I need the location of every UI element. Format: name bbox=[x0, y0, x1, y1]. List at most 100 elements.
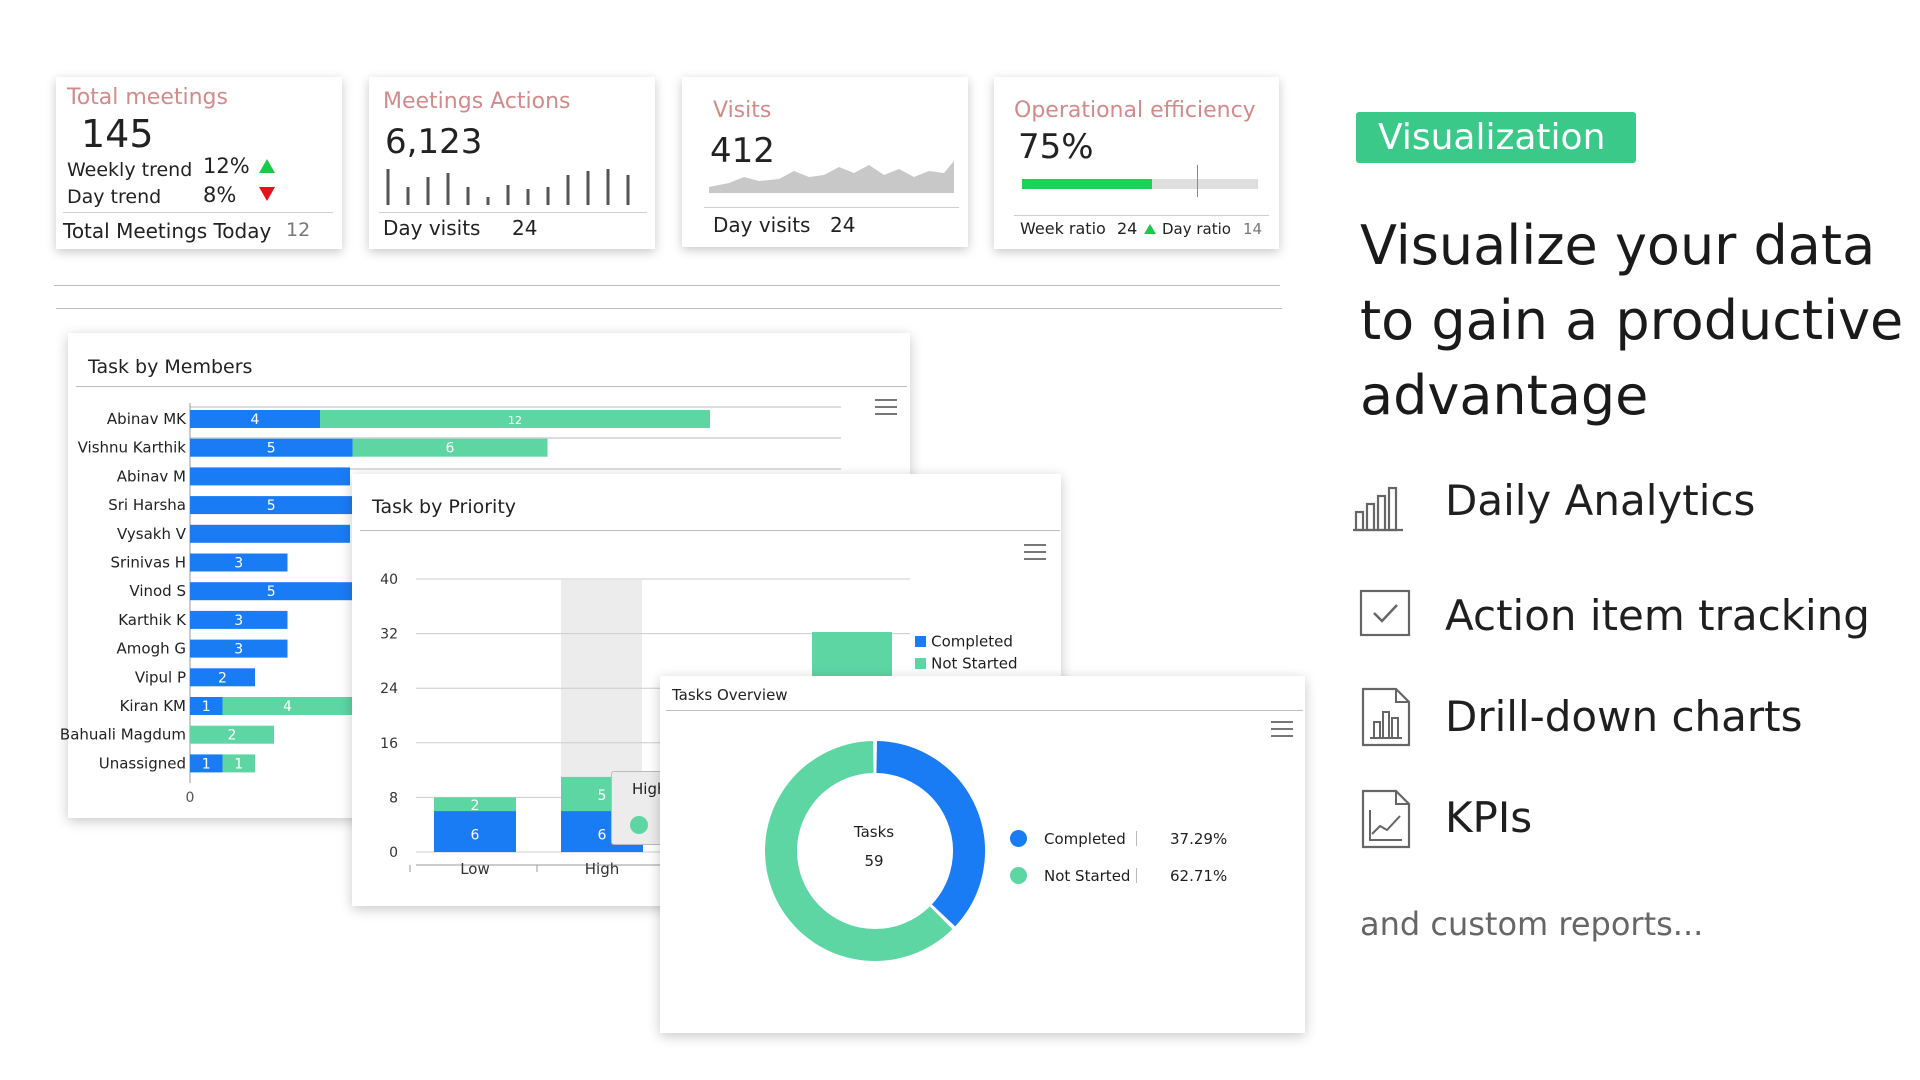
week-ratio-label: Week ratio bbox=[1020, 219, 1106, 238]
member-label: Vinod S bbox=[129, 582, 186, 600]
kpi-card-operational-efficiency[interactable]: Operational efficiency 75% Week ratio 24… bbox=[994, 77, 1279, 249]
progress-marker bbox=[1197, 165, 1198, 197]
legend-swatch bbox=[915, 658, 926, 669]
bar-value-label: 2 bbox=[218, 670, 227, 686]
day-ratio-value: 14 bbox=[1243, 220, 1263, 238]
legend-label: Not Started bbox=[931, 654, 1018, 673]
member-label: Kiran KM bbox=[120, 697, 186, 715]
bar-value-label: 3 bbox=[234, 642, 243, 658]
y-tick-label: 32 bbox=[380, 627, 398, 643]
efficiency-progress-fill bbox=[1022, 179, 1153, 189]
document-chart-icon bbox=[1361, 687, 1411, 747]
bar-value-label: 5 bbox=[267, 584, 276, 600]
bar-value-label: 1 bbox=[202, 699, 211, 715]
x-tick-label: High bbox=[585, 860, 619, 878]
bar-value-label: 6 bbox=[598, 828, 607, 844]
kpi-title: Total meetings bbox=[67, 85, 228, 110]
y-tick-label: 16 bbox=[380, 736, 398, 752]
headline-line: Visualize your data bbox=[1360, 214, 1876, 277]
member-label: Abinav M bbox=[117, 467, 186, 485]
bar-value-label: 4 bbox=[283, 699, 292, 715]
separator-line bbox=[54, 285, 1280, 286]
efficiency-progress-track bbox=[1022, 179, 1258, 189]
document-line-chart-icon bbox=[1361, 789, 1411, 849]
panel-tasks-overview: Tasks Overview Tasks 59 Completed 37.29%… bbox=[660, 676, 1305, 1033]
footer-value: 24 bbox=[512, 216, 538, 240]
separator-line bbox=[56, 308, 1282, 309]
legend-percent: 37.29% bbox=[1170, 830, 1228, 848]
kpi-card-visits[interactable]: Visits 412 Day visits 24 bbox=[682, 77, 968, 247]
ratio-up-icon bbox=[1144, 224, 1156, 234]
member-label: Abinav MK bbox=[107, 410, 187, 428]
legend-separator bbox=[1136, 831, 1137, 846]
legend-percent: 62.71% bbox=[1170, 867, 1228, 885]
member-label: Amogh G bbox=[117, 640, 186, 658]
member-label: Sri Harsha bbox=[108, 496, 186, 514]
trend-up-icon bbox=[259, 159, 275, 173]
legend-dot bbox=[1010, 867, 1027, 884]
kpi-card-total-meetings[interactable]: Total meetings 145 Weekly trend 12% Day … bbox=[56, 77, 342, 249]
divider bbox=[704, 207, 959, 208]
day-trend-label: Day trend bbox=[67, 186, 162, 208]
week-ratio-value: 24 bbox=[1117, 219, 1138, 238]
footer-label: Total Meetings Today bbox=[63, 219, 272, 243]
bar-completed[interactable] bbox=[190, 524, 350, 543]
legend-not-started[interactable]: Not Started bbox=[915, 653, 1018, 673]
weekly-trend-value: 12% bbox=[203, 154, 250, 178]
kpi-value: 6,123 bbox=[385, 122, 483, 162]
feature-kpis: KPIs bbox=[1445, 793, 1533, 842]
member-label: Vishnu Karthik bbox=[78, 439, 187, 457]
member-label: Srinivas H bbox=[111, 554, 186, 572]
bar-value-label: 6 bbox=[471, 828, 480, 844]
member-label: Vipul P bbox=[135, 668, 186, 686]
kpi-title: Visits bbox=[713, 98, 772, 123]
bar-value-label: 5 bbox=[598, 788, 607, 804]
headline: Visualize your data to gain a productive… bbox=[1360, 208, 1903, 433]
checkbox-icon bbox=[1359, 589, 1411, 637]
kpi-title: Meetings Actions bbox=[383, 89, 571, 114]
footer-label: Day visits bbox=[713, 213, 811, 237]
custom-reports-note: and custom reports... bbox=[1360, 905, 1704, 943]
legend-completed[interactable]: Completed 37.29% bbox=[1010, 828, 1250, 850]
tooltip-dot bbox=[630, 816, 648, 834]
tasks-donut-chart bbox=[765, 741, 985, 961]
badge-label: Visualization bbox=[1378, 117, 1606, 158]
kpi-title: Operational efficiency bbox=[1014, 98, 1256, 123]
feature-action-item-tracking: Action item tracking bbox=[1445, 591, 1870, 640]
y-tick-label: 40 bbox=[380, 572, 398, 588]
bar-value-label: 3 bbox=[234, 556, 243, 572]
y-tick-label: 24 bbox=[380, 681, 398, 697]
weekly-trend-label: Weekly trend bbox=[67, 159, 193, 181]
kpi-value: 145 bbox=[81, 112, 154, 156]
sparkline-area bbox=[709, 161, 954, 193]
legend-dot bbox=[1010, 830, 1027, 847]
bar-value-label: 1 bbox=[202, 756, 211, 772]
bar-value-label: 2 bbox=[228, 728, 237, 744]
bar-value-label: 1 bbox=[234, 756, 243, 772]
member-label: Karthik K bbox=[118, 611, 187, 629]
legend-separator bbox=[1136, 868, 1137, 883]
member-label: Bahuali Magdum bbox=[60, 726, 186, 744]
day-ratio-label: Day ratio bbox=[1162, 220, 1231, 238]
day-trend-value: 8% bbox=[203, 183, 237, 207]
member-label: Unassigned bbox=[99, 754, 186, 772]
legend-label: Completed bbox=[1044, 830, 1126, 848]
bar-not-started[interactable] bbox=[812, 632, 892, 677]
sparkline-bars bbox=[386, 169, 630, 205]
bar-chart-icon bbox=[1353, 486, 1403, 532]
feature-daily-analytics: Daily Analytics bbox=[1445, 476, 1756, 525]
divider bbox=[63, 212, 333, 213]
legend-not-started[interactable]: Not Started 62.71% bbox=[1010, 865, 1250, 887]
kpi-card-meeting-actions[interactable]: Meetings Actions 6,123 Day visits 24 bbox=[369, 77, 655, 249]
bar-value-label: 2 bbox=[471, 798, 480, 814]
member-label: Vysakh V bbox=[117, 525, 187, 543]
legend-swatch bbox=[915, 636, 926, 647]
y-tick-label: 8 bbox=[389, 790, 398, 806]
x-tick-label: Low bbox=[460, 860, 490, 878]
legend-completed[interactable]: Completed bbox=[915, 631, 1013, 651]
divider bbox=[1014, 215, 1269, 216]
donut-center-value: 59 bbox=[864, 852, 884, 870]
donut-center-label: Tasks bbox=[853, 823, 895, 841]
bar-completed[interactable] bbox=[190, 467, 350, 486]
y-tick-label: 0 bbox=[389, 845, 398, 861]
